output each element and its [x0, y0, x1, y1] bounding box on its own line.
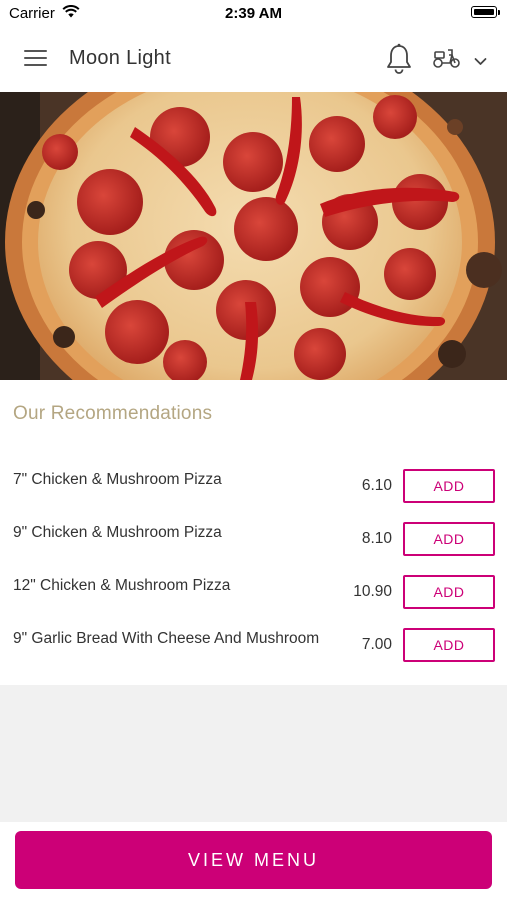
hero-pizza-image — [0, 92, 507, 380]
view-menu-button[interactable]: VIEW MENU — [15, 831, 492, 889]
bell-icon[interactable] — [385, 43, 413, 80]
add-button[interactable]: ADD — [403, 575, 495, 609]
section-title: Our Recommendations — [13, 403, 213, 424]
add-button[interactable]: ADD — [403, 522, 495, 556]
clock: 2:39 AM — [225, 5, 282, 22]
item-name: 7" Chicken & Mushroom Pizza — [13, 471, 222, 488]
menu-item-row: 12" Chicken & Mushroom Pizza 10.90 ADD — [0, 575, 507, 615]
status-bar: Carrier 2:39 AM — [0, 0, 507, 26]
item-price: 6.10 — [361, 477, 392, 494]
item-price: 8.10 — [361, 530, 392, 547]
item-price: 10.90 — [353, 583, 392, 600]
item-name: 9" Garlic Bread With Cheese And Mushroom — [13, 630, 320, 647]
menu-item-row: 9" Garlic Bread With Cheese And Mushroom… — [0, 628, 507, 668]
menu-item-row: 9" Chicken & Mushroom Pizza 8.10 ADD — [0, 522, 507, 562]
item-name: 9" Chicken & Mushroom Pizza — [13, 524, 222, 541]
scooter-icon[interactable] — [432, 47, 462, 74]
battery-icon — [471, 6, 500, 18]
menu-icon[interactable] — [24, 48, 48, 68]
item-price: 7.00 — [361, 636, 392, 653]
add-button[interactable]: ADD — [403, 469, 495, 503]
restaurant-name: Moon Light — [69, 47, 171, 69]
empty-area — [0, 685, 507, 822]
menu-item-row: 7" Chicken & Mushroom Pizza 6.10 ADD — [0, 469, 507, 509]
app-header: Moon Light — [0, 26, 507, 92]
item-name: 12" Chicken & Mushroom Pizza — [13, 577, 231, 594]
chevron-down-icon[interactable] — [474, 53, 487, 71]
add-button[interactable]: ADD — [403, 628, 495, 662]
